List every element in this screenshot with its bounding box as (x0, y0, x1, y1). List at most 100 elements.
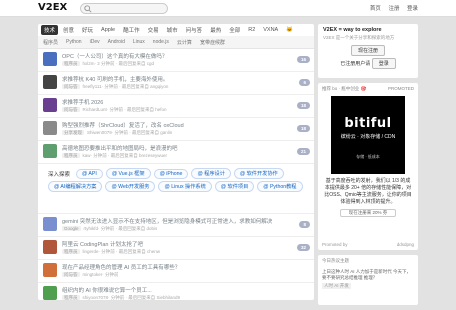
avatar[interactable] (43, 240, 57, 254)
tag-python[interactable]: @ Python教程 (257, 181, 303, 192)
tab-city[interactable]: 城市 (164, 25, 181, 35)
topic-node[interactable]: 问与答 (62, 272, 80, 277)
topic-title[interactable]: 阿里云 CodingPlan 计划太抢了吧 (62, 240, 143, 248)
nav-home-link[interactable]: 首页 (370, 6, 381, 12)
subtab-nodejs[interactable]: node.js (153, 39, 169, 45)
avatar[interactable] (43, 52, 57, 66)
subtab-idev[interactable]: iDev (90, 39, 100, 45)
tag-programming[interactable]: @ 程序设计 (191, 168, 231, 179)
topic-row[interactable]: 组织内的 AI 你很难说它算一个员工... 程序员 shiyoon7078· 分钟前… (38, 283, 314, 300)
nav-login-link[interactable]: 登录 (407, 6, 418, 12)
topic-row[interactable]: 购型强烈推荐（ShrCloud）复活了，改名 oxCloud 分享发现 Shiwen… (38, 118, 314, 141)
reply-count[interactable]: 18 (296, 102, 310, 109)
subtab-broadband[interactable]: 宽带症候群 (200, 39, 225, 46)
subtab-programmer[interactable]: 程序员 (43, 39, 58, 46)
ad-label: 推荐 bo · 瓶中创业 🎯 (322, 86, 367, 91)
avatar[interactable] (43, 217, 57, 231)
tab-vxna[interactable]: VXNA (260, 26, 281, 34)
reply-count[interactable]: 18 (296, 125, 310, 132)
topic-row[interactable]: OPC（一人公司）这个真的有大模在做吗？ 程序员 hxl2m· 2 分钟前 · 最后… (38, 49, 314, 72)
topic-row[interactable]: 高德地图恐要推出平和的地图局吗，是浪漫的吧 程序员 kaw· 分钟前 · 最后回复来… (38, 141, 314, 164)
avatar[interactable] (43, 98, 57, 112)
topic-title[interactable]: 购型强烈推荐（ShrCloud）复活了，改名 oxCloud (62, 121, 184, 129)
avatar[interactable] (43, 144, 57, 158)
topic-title[interactable]: 求推荐杭 K40 可刷的手机，主要海外使用。 (62, 75, 168, 83)
search-input[interactable] (80, 3, 168, 14)
topic-row[interactable]: 阿里云 CodingPlan 计划太抢了吧 程序员 lingerde· 分钟前 · … (38, 237, 314, 260)
topic-node[interactable]: 问与答 (62, 84, 80, 89)
tag-api[interactable]: @ API (76, 168, 103, 179)
bitful-banner[interactable]: bitiful 缤纷云 · 对象存储 / CDN 存储 · 低成本 (331, 96, 405, 174)
reply-count[interactable]: 6 (299, 79, 310, 86)
topic-user[interactable]: kaw (83, 153, 91, 158)
topic-title[interactable]: 组织内的 AI 你很难说它算一个员工... (62, 286, 152, 294)
tag-vue[interactable]: @ Vue.js 框架 (105, 168, 151, 179)
topic-node[interactable]: 程序员 (62, 153, 80, 158)
nav-register-link[interactable]: 注册 (388, 6, 399, 12)
topic-meta: 分享发现 Shiwen0079· 分钟前 · 最后回复来自 ganlin (62, 130, 172, 136)
topic-title[interactable]: 现在产品经理角色的管理 AI 员工的工具有哪些？ (62, 263, 180, 271)
topic-user[interactable]: hxl2m (83, 61, 95, 66)
tab-cat[interactable]: 🐱 (283, 26, 296, 34)
tag-software-project[interactable]: @ 软件项目 (214, 181, 255, 192)
topic-node[interactable]: 程序员 (62, 249, 80, 254)
tag-web-dev[interactable]: @ Web开发服务 (105, 181, 156, 192)
tag-linux[interactable]: @ Linux 操作系统 (158, 181, 212, 192)
topic-node[interactable]: 程序员 (62, 295, 80, 300)
tab-r2[interactable]: R2 (245, 26, 258, 34)
subtab-linux[interactable]: Linux (133, 39, 145, 45)
topic-user[interactable]: Shiwen0079 (87, 130, 112, 135)
topic-row[interactable]: 求推荐杭 K40 可刷的手机，主要海外使用。 问与答 freefly111· 分钟前… (38, 72, 314, 95)
tab-jobs[interactable]: 酷工作 (120, 25, 143, 35)
topic-row[interactable]: 求推荐手机 2026 问与答 RichardLunt· 分钟前 · 最后回复来自 h… (38, 95, 314, 118)
subtab-android[interactable]: Android (108, 39, 125, 45)
avatar[interactable] (43, 263, 57, 277)
topic-title[interactable]: 高德地图恐要推出平和的地图局吗，是浪漫的吧 (62, 144, 178, 152)
topic-user[interactable]: mingtoker (83, 272, 103, 277)
subtab-cloud[interactable]: 云计算 (177, 39, 192, 46)
hot-badge[interactable]: 人时 AI 开发 (322, 283, 351, 289)
topic-user[interactable]: lingerde (83, 249, 99, 254)
topic-row[interactable]: gemini 突然无法进入显示不在支持地区，但是浏览隐身模式可正常进入，求教如何… (38, 214, 314, 237)
tab-deals[interactable]: 交易 (145, 25, 162, 35)
reply-count[interactable]: 16 (296, 56, 310, 63)
reply-count[interactable]: 32 (296, 244, 310, 251)
avatar[interactable] (43, 75, 57, 89)
topic-time: · 分钟前 · 最后回复来自 Siebhiland9 (108, 295, 181, 300)
subtab-python[interactable]: Python (66, 39, 82, 45)
tab-qna[interactable]: 问与答 (183, 25, 206, 35)
hot-text[interactable]: 上日这种人时 AI 人力加于是新时代 今天下，要不要研究总结推理 推理？ (322, 269, 414, 281)
tag-collab[interactable]: @ 软件开发协作 (233, 168, 284, 179)
reply-count[interactable]: 8 (299, 221, 310, 228)
site-logo[interactable]: V2EX (38, 2, 67, 13)
tab-fun[interactable]: 好玩 (79, 25, 96, 35)
topic-user[interactable]: rtyhikfd (84, 226, 99, 231)
tab-all[interactable]: 全部 (226, 25, 243, 35)
tag-ai-coding[interactable]: @ AI编程解决方案 (48, 181, 103, 192)
top-nav: 首页 注册 登录 (364, 4, 418, 12)
avatar[interactable] (43, 286, 57, 300)
tab-apple[interactable]: Apple (98, 26, 118, 34)
topic-row[interactable]: 现在产品经理角色的管理 AI 员工的工具有哪些？ 问与答 mingtoker· 分钟… (38, 260, 314, 283)
topic-title[interactable]: 求推荐手机 2026 (62, 98, 103, 106)
tag-iphone[interactable]: @ iPhone (153, 168, 189, 179)
topic-user[interactable]: RichardLunt (83, 107, 107, 112)
avatar[interactable] (43, 121, 57, 135)
topic-user[interactable]: shiyoon7078 (83, 295, 109, 300)
topic-node[interactable]: 问与答 (62, 107, 80, 112)
signup-button[interactable]: 现在注册 (350, 45, 385, 56)
ad-button[interactable]: 现在注册来 20% 券 (340, 209, 396, 217)
topic-title[interactable]: gemini 突然无法进入显示不在支持地区，但是浏览隐身模式可正常进入，求教如何… (62, 217, 272, 225)
tab-tech[interactable]: 技术 (41, 25, 59, 35)
topic-node[interactable]: Google (62, 226, 81, 231)
topic-node[interactable]: 程序员 (62, 61, 80, 66)
topic-title[interactable]: OPC（一人公司）这个真的有大模在做吗？ (62, 52, 167, 60)
tab-hot[interactable]: 最热 (207, 25, 224, 35)
topic-user[interactable]: freefly111 (83, 84, 102, 89)
topic-meta: 问与答 freefly111· 分钟前 · 最后回复来自 angqiyon (62, 84, 168, 90)
reply-count[interactable]: 21 (296, 148, 310, 155)
ad-footer-link[interactable]: ddsdpng (397, 242, 414, 247)
login-button[interactable]: 登录 (371, 58, 396, 69)
topic-node[interactable]: 分享发现 (62, 130, 84, 135)
tab-creative[interactable]: 创意 (60, 25, 77, 35)
